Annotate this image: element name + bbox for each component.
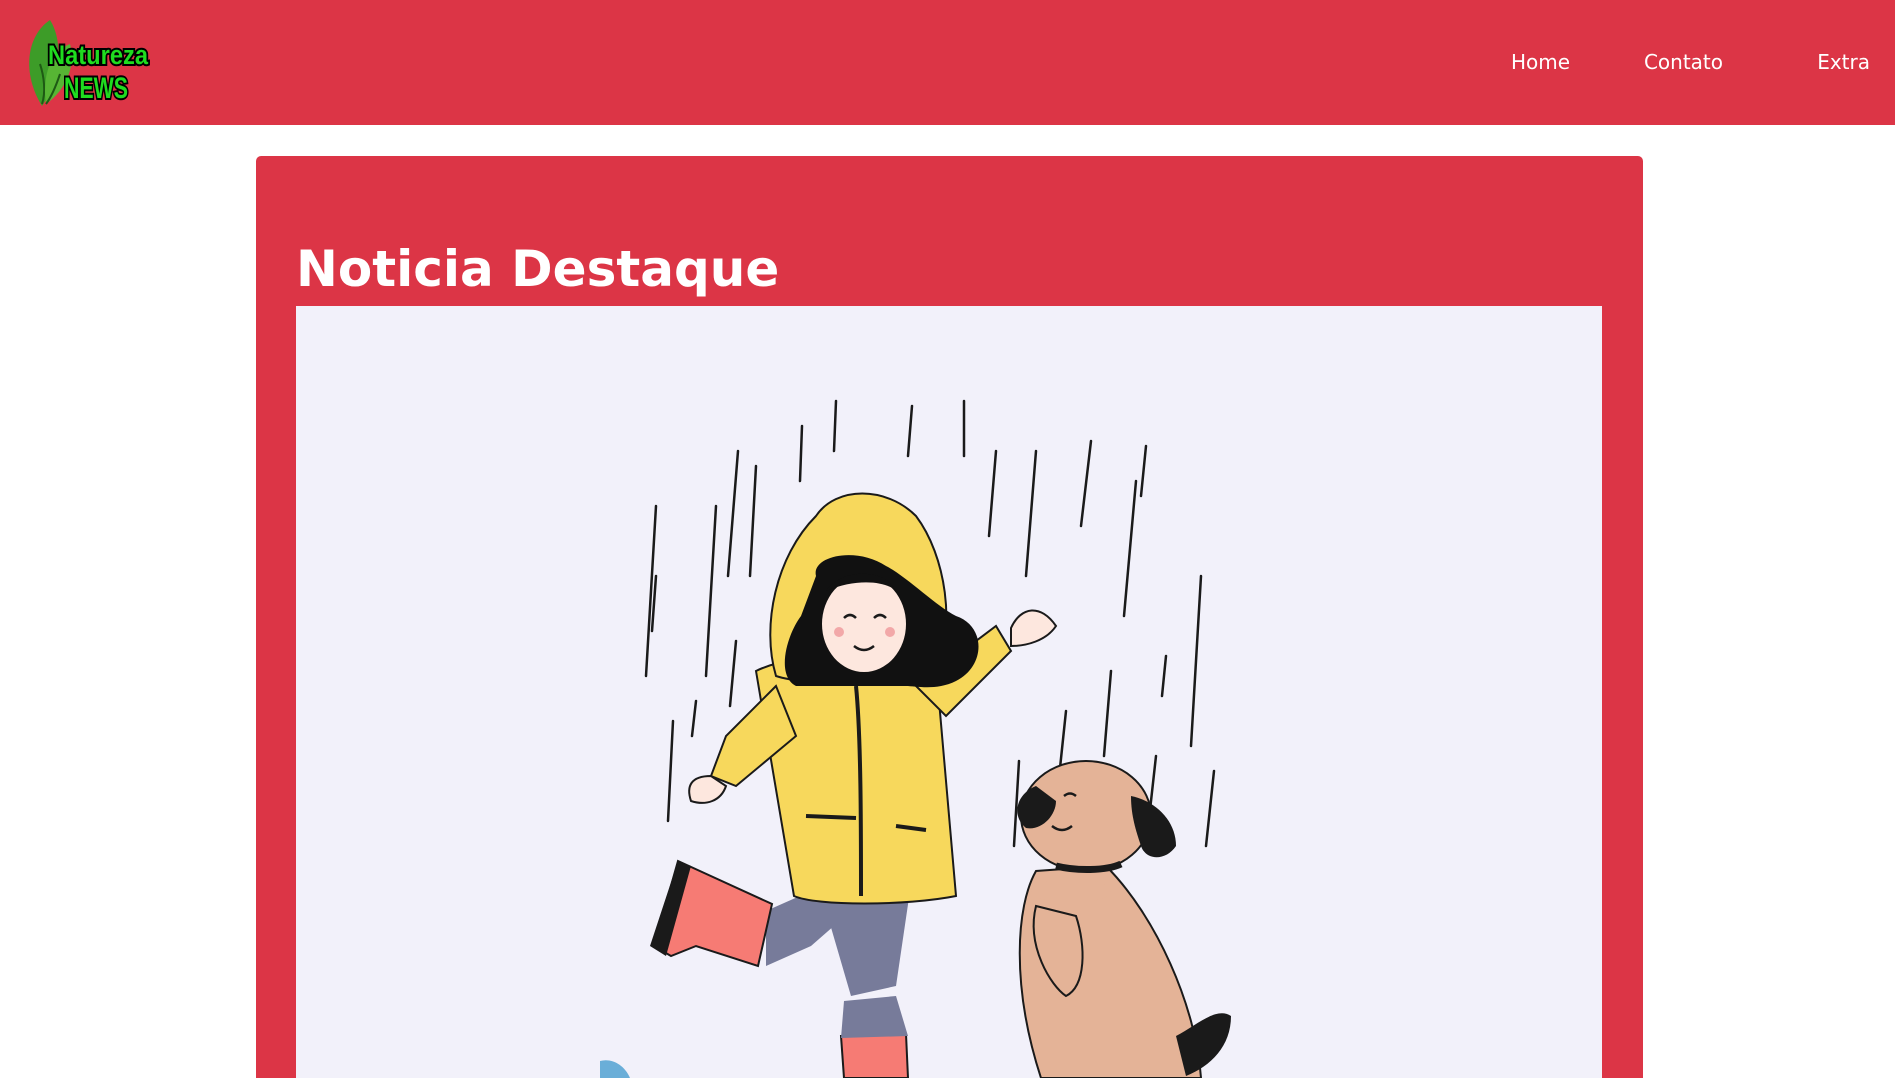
featured-news-title: Noticia Destaque <box>296 240 780 298</box>
nav-contato-link[interactable]: Contato <box>1644 50 1723 74</box>
site-logo[interactable]: Natureza NEWS <box>16 14 151 110</box>
nav-extra-link[interactable]: Extra <box>1817 50 1870 74</box>
leaf-icon: Natureza NEWS <box>29 20 151 107</box>
nav-home-link[interactable]: Home <box>1511 50 1570 74</box>
logo-text-news: NEWS <box>64 72 128 105</box>
logo-text-natureza: Natureza <box>48 40 149 70</box>
featured-news-card[interactable]: Noticia Destaque <box>256 156 1643 1078</box>
featured-news-image[interactable] <box>296 306 1602 1078</box>
top-navbar: Natureza NEWS Home Contato Extra <box>0 0 1895 125</box>
rain-girl-dog-illustration <box>600 399 1231 1078</box>
dog-illustration <box>1017 760 1231 1078</box>
